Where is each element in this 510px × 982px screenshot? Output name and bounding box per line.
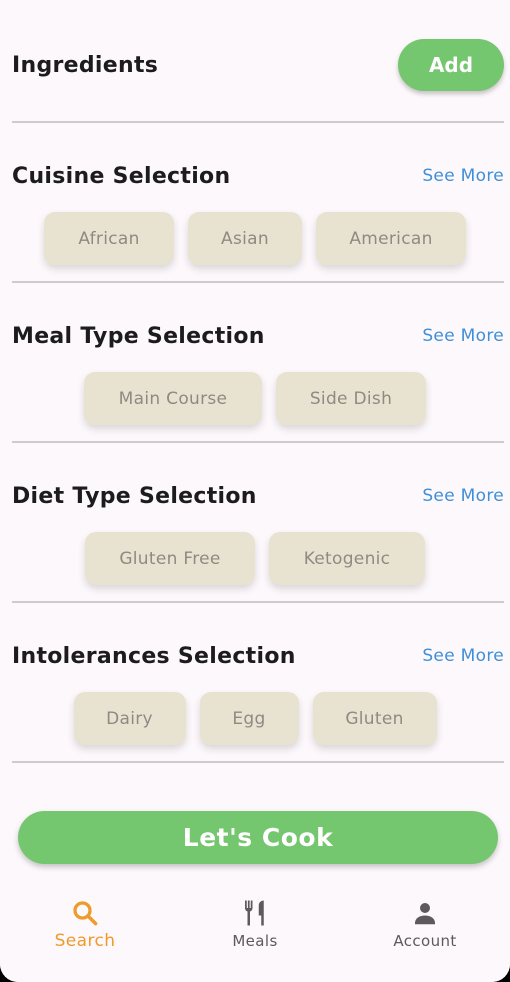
chip-ketogenic[interactable]: Ketogenic <box>269 532 425 585</box>
diet-type-section-title: Diet Type Selection <box>12 483 257 509</box>
divider <box>12 601 504 603</box>
app-screen: Ingredients Add Cuisine Selection See Mo… <box>0 0 510 982</box>
chip-american[interactable]: American <box>316 212 466 265</box>
divider <box>12 441 504 443</box>
chip-asian[interactable]: Asian <box>188 212 302 265</box>
chip-gluten[interactable]: Gluten <box>312 692 437 745</box>
meal-type-see-more-link[interactable]: See More <box>422 326 504 346</box>
ingredients-header: Ingredients Add <box>12 38 504 92</box>
cuisine-section-title: Cuisine Selection <box>12 163 231 189</box>
chip-dairy[interactable]: Dairy <box>73 692 186 745</box>
lets-cook-button[interactable]: Let's Cook <box>18 811 498 864</box>
nav-item-meals[interactable]: Meals <box>170 882 340 982</box>
fork-knife-icon <box>245 900 264 926</box>
chip-gluten-free[interactable]: Gluten Free <box>85 532 255 585</box>
chip-main-course[interactable]: Main Course <box>84 372 262 425</box>
meal-type-chip-group: Main Course Side Dish <box>0 372 510 425</box>
cuisine-section-header: Cuisine Selection See More <box>12 161 504 191</box>
intolerances-see-more-link[interactable]: See More <box>422 646 504 666</box>
search-icon <box>73 901 98 926</box>
intolerances-chip-group: Dairy Egg Gluten <box>0 692 510 745</box>
chip-side-dish[interactable]: Side Dish <box>276 372 426 425</box>
chip-african[interactable]: African <box>44 212 174 265</box>
intolerances-section-title: Intolerances Selection <box>12 643 296 669</box>
meal-type-section-header: Meal Type Selection See More <box>12 321 504 351</box>
diet-type-see-more-link[interactable]: See More <box>422 486 504 506</box>
cuisine-see-more-link[interactable]: See More <box>422 166 504 186</box>
meal-type-section-title: Meal Type Selection <box>12 323 265 349</box>
cuisine-chip-group: African Asian American <box>0 212 510 265</box>
diet-type-section-header: Diet Type Selection See More <box>12 481 504 511</box>
bottom-navigation: Search Meals Account <box>0 882 510 982</box>
intolerances-section-header: Intolerances Selection See More <box>12 641 504 671</box>
nav-item-search[interactable]: Search <box>0 882 170 982</box>
diet-type-chip-group: Gluten Free Ketogenic <box>0 532 510 585</box>
nav-label-meals: Meals <box>232 932 278 950</box>
divider <box>12 281 504 283</box>
add-ingredient-button[interactable]: Add <box>398 39 504 91</box>
divider <box>12 761 504 763</box>
nav-label-search: Search <box>54 931 116 951</box>
nav-label-account: Account <box>393 932 457 950</box>
chip-egg[interactable]: Egg <box>199 692 299 745</box>
person-icon <box>415 903 435 925</box>
divider <box>12 121 504 123</box>
nav-item-account[interactable]: Account <box>340 882 510 982</box>
ingredients-title: Ingredients <box>12 52 159 78</box>
